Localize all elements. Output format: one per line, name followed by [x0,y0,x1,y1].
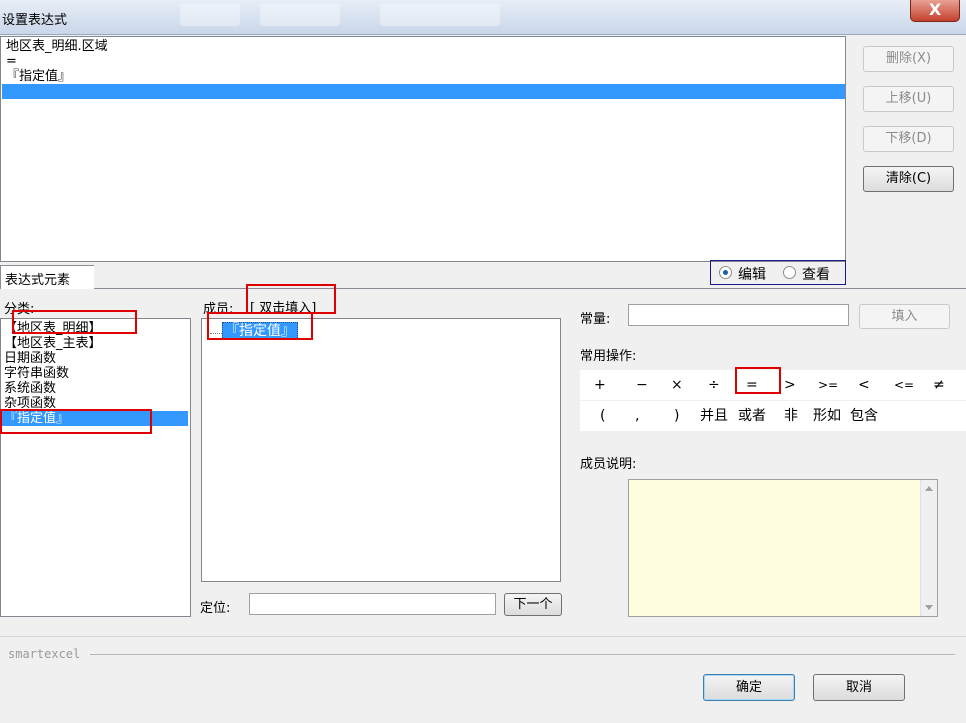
member-description-box[interactable] [628,479,938,617]
category-item-selected[interactable]: 『指定值』 [2,411,188,426]
op-greater-equal[interactable]: >= [818,370,838,400]
member-hint: [ 双击填入] [250,301,317,316]
op-left-paren[interactable]: ( [600,401,605,431]
op-comma[interactable]: , [635,401,639,431]
category-label: 分类: [4,302,35,317]
description-scrollbar[interactable] [920,480,937,616]
view-mode-group: 编辑 查看 [710,260,846,285]
op-greater[interactable]: > [784,370,796,400]
member-item-selected[interactable]: 『指定值』 [222,322,298,340]
move-up-button[interactable]: 上移(U) [863,86,954,112]
expression-line-selected[interactable] [2,84,845,99]
op-like[interactable]: 形如 [813,401,841,431]
edit-radio-label[interactable]: 编辑 [738,264,766,284]
category-item[interactable]: 系统函数 [4,381,56,396]
op-not[interactable]: 非 [784,401,798,431]
op-contains[interactable]: 包含 [850,401,878,431]
op-minus[interactable]: − [636,370,648,400]
move-down-button[interactable]: 下移(D) [863,126,954,152]
clear-button[interactable]: 清除(C) [863,166,954,192]
constant-input[interactable] [628,304,849,326]
category-item[interactable]: 日期函数 [4,351,56,366]
op-and[interactable]: 并且 [700,401,728,431]
next-button[interactable]: 下一个 [504,593,562,616]
expression-line[interactable]: 地区表_明细.区域 [2,39,845,54]
constant-label: 常量: [580,312,611,327]
member-list[interactable]: 『指定值』 [201,318,561,582]
fill-button[interactable]: 填入 [859,304,950,329]
op-multiply[interactable]: × [671,370,683,400]
tab-expression-elements[interactable]: 表达式元素 [0,265,94,289]
footer-line [90,654,955,655]
category-item[interactable]: 杂项函数 [4,396,56,411]
op-less[interactable]: < [858,370,870,400]
op-right-paren[interactable]: ) [674,401,679,431]
section-divider [0,636,966,637]
op-less-equal[interactable]: <= [894,370,914,400]
cancel-button[interactable]: 取消 [813,674,905,701]
expression-list[interactable]: 地区表_明细.区域 = 『指定值』 [0,36,846,262]
member-description-label: 成员说明: [580,457,637,472]
close-icon: X [928,0,942,19]
category-list[interactable]: 【地区表_明细】 【地区表_主表】 日期函数 字符串函数 系统函数 杂项函数 『… [0,318,191,617]
tab-label: 表达式元素 [5,273,71,288]
category-item[interactable]: 字符串函数 [4,366,69,381]
category-item[interactable]: 【地区表_明细】 [4,321,102,336]
tab-divider [94,288,966,289]
operations-label: 常用操作: [580,349,637,364]
edit-radio[interactable] [719,266,732,279]
operations-row-1: + − × ÷ = > >= < <= ≠ [580,370,966,400]
view-radio[interactable] [783,266,796,279]
op-or[interactable]: 或者 [738,401,766,431]
title-bar [0,0,966,35]
delete-button[interactable]: 删除(X) [863,46,954,72]
brand-label: smartexcel [8,647,81,661]
close-button[interactable]: X [910,0,960,22]
op-plus[interactable]: + [594,370,606,400]
op-equals[interactable]: = [746,370,758,400]
view-radio-label[interactable]: 查看 [802,264,830,284]
category-item[interactable]: 【地区表_主表】 [4,336,102,351]
ok-button[interactable]: 确定 [703,674,795,701]
scroll-down-icon[interactable] [925,605,933,610]
op-divide[interactable]: ÷ [708,370,720,400]
locate-label: 定位: [200,601,231,616]
tree-connector [210,333,222,334]
operations-row-2: ( , ) 并且 或者 非 形如 包含 [580,401,966,431]
member-label: 成员: [203,302,234,317]
window-title: 设置表达式 [2,13,68,28]
scroll-up-icon[interactable] [925,486,933,491]
expression-line[interactable]: 『指定值』 [2,69,845,84]
expression-line[interactable]: = [2,54,845,69]
locate-input[interactable] [249,593,496,615]
op-not-equal[interactable]: ≠ [933,370,945,400]
